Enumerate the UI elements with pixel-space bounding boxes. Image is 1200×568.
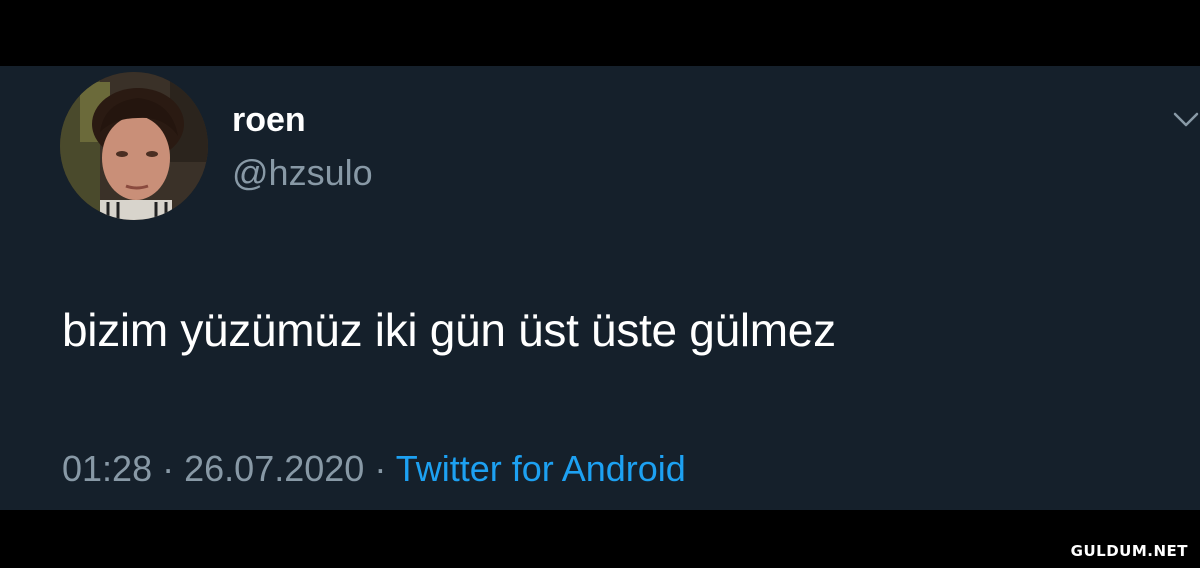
watermark: GULDUM.NET [1070, 542, 1188, 560]
profile-photo-icon [60, 72, 208, 220]
tweet-text: bizim yüzümüz iki gün üst üste gülmez [62, 304, 836, 356]
tweet-card: roen @hzsulo bizim yüzümüz iki gün üst ü… [0, 66, 1200, 510]
author-handle[interactable]: @hzsulo [232, 152, 373, 194]
meta-separator: · [374, 448, 387, 489]
meta-separator: · [162, 448, 175, 489]
chevron-down-icon[interactable] [1172, 110, 1200, 130]
tweet-source-link[interactable]: Twitter for Android [396, 448, 686, 489]
avatar[interactable] [60, 72, 208, 220]
tweet-time[interactable]: 01:28 [62, 448, 152, 489]
tweet-metadata: 01:28 · 26.07.2020 · Twitter for Android [62, 448, 686, 490]
tweet-date[interactable]: 26.07.2020 [184, 448, 364, 489]
author-display-name[interactable]: roen [232, 100, 306, 140]
